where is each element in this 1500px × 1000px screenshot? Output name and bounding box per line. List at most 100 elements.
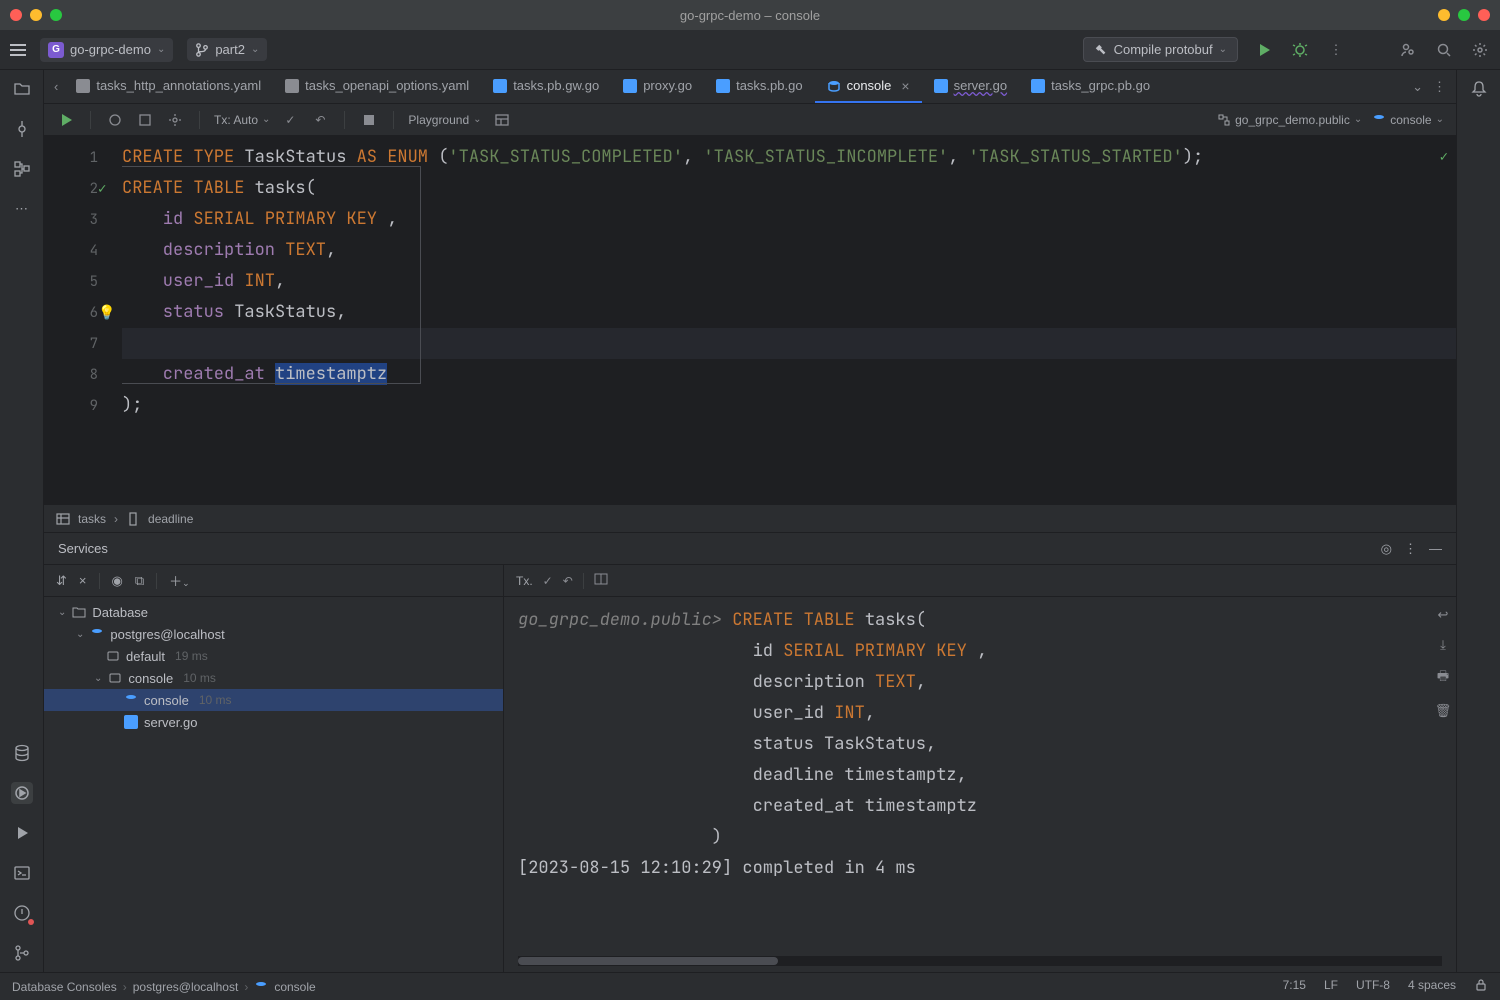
tx-commit-icon[interactable] [135, 110, 155, 130]
output-rollback-icon[interactable]: ↶ [563, 574, 573, 588]
panel-more-icon[interactable]: ⋮ [1404, 541, 1417, 557]
tab-dropdown-icon[interactable]: ⌄ [1412, 79, 1423, 95]
close-tab-icon[interactable]: × [901, 78, 909, 94]
tab-tasks-pb[interactable]: tasks.pb.go [704, 70, 815, 103]
cancel-query-icon[interactable] [359, 110, 379, 130]
run-config-selector[interactable]: Compile protobuf ⌄ [1083, 37, 1238, 62]
print-icon[interactable]: 🖶 [1437, 667, 1449, 689]
indent-setting[interactable]: 4 spaces [1408, 978, 1456, 995]
close-window-icon[interactable] [10, 9, 22, 21]
query-output[interactable]: go_grpc_demo.public> CREATE TABLE tasks(… [504, 597, 1430, 956]
tab-more-icon[interactable]: ⋮ [1433, 79, 1446, 95]
services-tree-pane: ⇵ × ◉ ⧉ ＋⌄ ⌄Database ⌄postgres@localhost… [44, 565, 504, 972]
tab-server[interactable]: server.go [922, 70, 1019, 103]
notifications-tool-icon[interactable] [1468, 78, 1490, 100]
services-title: Services [58, 541, 108, 556]
project-tool-icon[interactable] [11, 78, 33, 100]
hide-panel-icon[interactable]: — [1429, 541, 1442, 557]
project-selector[interactable]: G go-grpc-demo ⌄ [40, 38, 173, 62]
code-area[interactable]: ✓ CREATE TYPE TaskStatus AS ENUM ('TASK_… [122, 136, 1456, 504]
services-tree[interactable]: ⌄Database ⌄postgres@localhost default19 … [44, 597, 503, 972]
wrap-icon[interactable]: ↩ [1438, 607, 1449, 623]
database-tool-icon[interactable] [11, 742, 33, 764]
tree-row-default[interactable]: default19 ms [44, 645, 503, 667]
schema-selector[interactable]: go_grpc_demo.public⌄ [1217, 113, 1362, 127]
hamburger-menu-icon[interactable] [10, 44, 26, 56]
breadcrumb-item[interactable]: tasks [78, 512, 106, 526]
readonly-lock-icon[interactable] [1474, 978, 1488, 995]
scroll-end-icon[interactable]: ⤓ [1440, 637, 1446, 653]
tab-tasks-http-annotations[interactable]: tasks_http_annotations.yaml [64, 70, 273, 103]
tab-console[interactable]: console× [815, 70, 922, 103]
session-selector[interactable]: console⌄ [1372, 113, 1444, 127]
run-tool-icon[interactable] [11, 822, 33, 844]
view-mode-icon[interactable]: ◉ [112, 573, 123, 589]
code-with-me-icon[interactable] [1398, 40, 1418, 60]
tree-row-server[interactable]: server.go [44, 711, 503, 733]
status-breadcrumb-item[interactable]: Database Consoles [12, 980, 117, 994]
window-controls[interactable] [10, 9, 62, 21]
more-tool-icon[interactable]: ⋯ [11, 198, 33, 220]
tree-row-connection[interactable]: ⌄postgres@localhost [44, 623, 503, 645]
status-breadcrumb-item[interactable]: postgres@localhost [133, 980, 239, 994]
playground-selector[interactable]: Playground⌄ [408, 113, 481, 127]
output-layout-icon[interactable] [492, 110, 512, 130]
breadcrumb-item[interactable]: deadline [148, 512, 193, 526]
tab-tasks-pb-gw[interactable]: tasks.pb.gw.go [481, 70, 611, 103]
tab-tasks-grpc-pb[interactable]: tasks_grpc.pb.go [1019, 70, 1162, 103]
tab-scroll-left-icon[interactable]: ‹ [54, 70, 64, 103]
structure-tool-icon[interactable] [11, 158, 33, 180]
close-session-icon[interactable]: × [79, 573, 87, 588]
window-indicator [1438, 9, 1490, 21]
go-file-icon [934, 79, 948, 93]
tx-options-icon[interactable] [165, 110, 185, 130]
focus-icon[interactable]: ◎ [1381, 541, 1392, 557]
output-tx-label[interactable]: Tx. [516, 574, 533, 588]
problems-tool-icon[interactable] [11, 902, 33, 924]
line-number: 7 [44, 328, 122, 359]
commit-tx-icon[interactable]: ✓ [280, 110, 300, 130]
output-commit-icon[interactable]: ✓ [543, 574, 553, 588]
clear-icon[interactable]: 🗑 [1435, 703, 1452, 719]
output-horizontal-scrollbar[interactable] [518, 956, 1442, 966]
add-session-icon[interactable]: ＋⌄ [169, 571, 190, 590]
tree-row-database[interactable]: ⌄Database [44, 601, 503, 623]
debug-button[interactable] [1290, 40, 1310, 60]
tx-mode-selector[interactable]: Tx: Auto⌄ [214, 113, 270, 127]
scrollbar-thumb[interactable] [518, 957, 778, 965]
services-tool-icon[interactable] [11, 782, 33, 804]
status-breadcrumb-item[interactable]: console [274, 980, 315, 994]
run-gutter-icon[interactable]: ✓ [98, 180, 106, 198]
run-button[interactable] [1254, 40, 1274, 60]
open-new-tab-icon[interactable]: ⧉ [135, 573, 144, 589]
code-editor[interactable]: 1 2✓ 3 4 5 6💡 7 8 9 ✓ CREATE TYPE TaskSt… [44, 136, 1456, 504]
settings-icon[interactable] [1470, 40, 1490, 60]
git-tool-icon[interactable] [11, 942, 33, 964]
project-name: go-grpc-demo [70, 42, 151, 57]
file-encoding[interactable]: UTF-8 [1356, 978, 1390, 995]
tab-proxy[interactable]: proxy.go [611, 70, 704, 103]
commit-tool-icon[interactable] [11, 118, 33, 140]
tab-tasks-openapi-options[interactable]: tasks_openapi_options.yaml [273, 70, 481, 103]
cursor-position[interactable]: 7:15 [1283, 978, 1306, 995]
maximize-window-icon[interactable] [50, 9, 62, 21]
search-icon[interactable] [1434, 40, 1454, 60]
minimize-window-icon[interactable] [30, 9, 42, 21]
tree-row-console-group[interactable]: ⌄console10 ms [44, 667, 503, 689]
line-number: 9 [44, 390, 122, 421]
expand-all-icon[interactable]: ⇵ [56, 573, 67, 589]
line-separator[interactable]: LF [1324, 978, 1338, 995]
bulb-gutter-icon[interactable]: 💡 [98, 304, 115, 322]
db-console-icon [827, 79, 841, 93]
execute-button[interactable] [56, 110, 76, 130]
more-actions-icon[interactable]: ⋮ [1326, 40, 1346, 60]
analysis-ok-icon: ✓ [1440, 142, 1448, 173]
output-layout-icon[interactable] [594, 572, 608, 589]
branch-selector[interactable]: part2 ⌄ [187, 38, 267, 61]
go-file-icon [1031, 79, 1045, 93]
window-title: go-grpc-demo – console [680, 8, 820, 23]
tree-row-console[interactable]: console10 ms [44, 689, 503, 711]
tx-settings-icon[interactable] [105, 110, 125, 130]
rollback-tx-icon[interactable]: ↶ [310, 110, 330, 130]
terminal-tool-icon[interactable] [11, 862, 33, 884]
